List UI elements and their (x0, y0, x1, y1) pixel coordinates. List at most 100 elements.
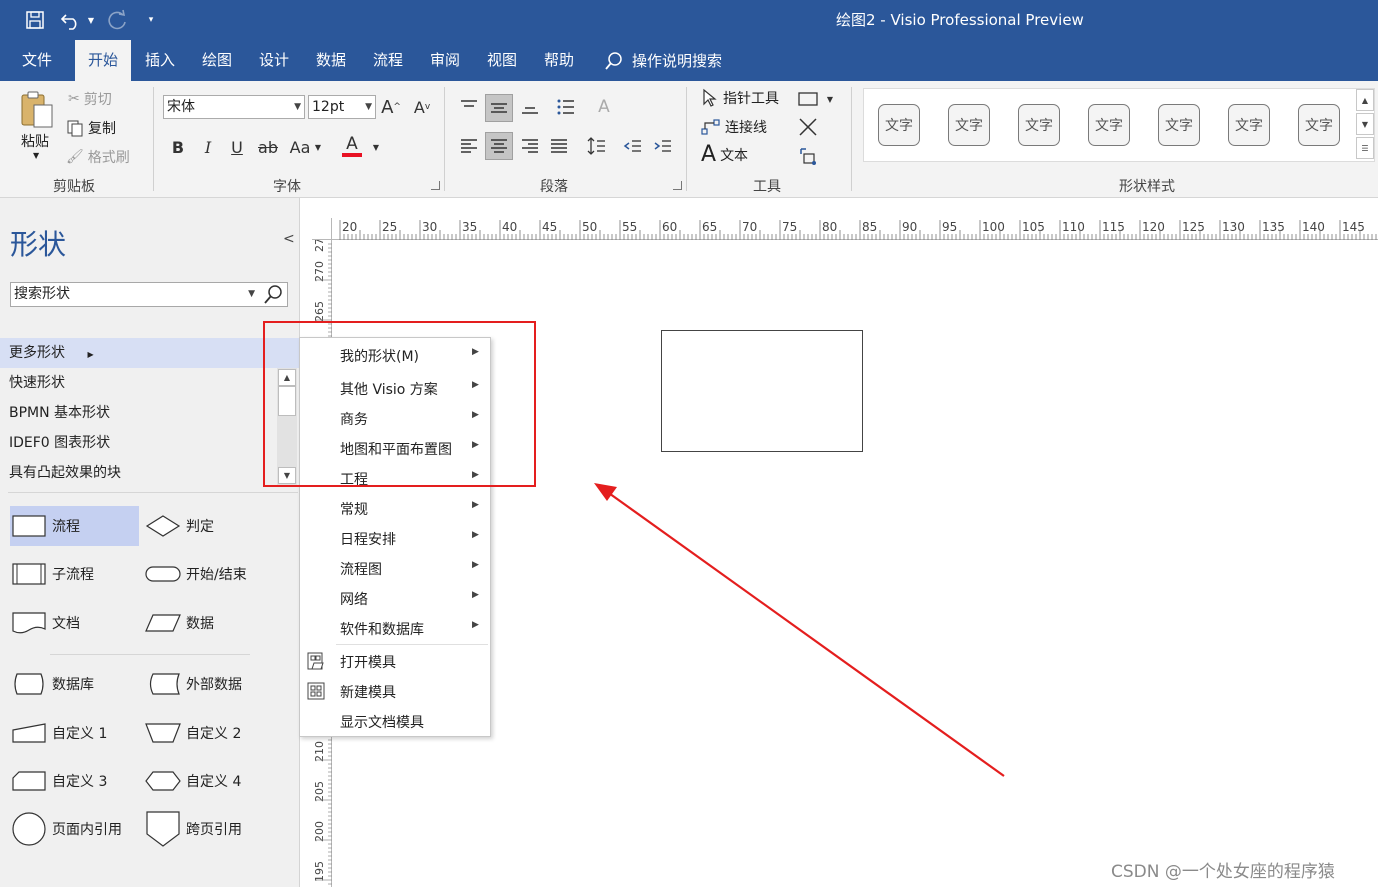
rotate-text-icon[interactable]: A (591, 94, 617, 120)
font-name-combo[interactable]: 宋体 ▼ (163, 95, 305, 119)
tab-draw[interactable]: 绘图 (191, 40, 243, 81)
shape-process[interactable]: 流程 (10, 506, 139, 546)
shape-custom-2[interactable]: 自定义 2 (144, 713, 294, 753)
scroll-up-icon[interactable]: ▲ (278, 369, 296, 386)
undo-icon[interactable] (58, 8, 84, 32)
justify-icon[interactable] (546, 133, 572, 159)
stencil-idef0[interactable]: IDEF0 图表形状 (0, 428, 300, 458)
italic-button[interactable]: I (198, 135, 218, 159)
text-tool-button[interactable]: A 文本 (701, 144, 748, 166)
shape-style-tile[interactable]: 文字 (1219, 95, 1279, 155)
strikethrough-button[interactable]: ab (256, 135, 280, 159)
align-right-icon[interactable] (517, 133, 543, 159)
stencil-bpmn-basic[interactable]: BPMN 基本形状 (0, 398, 300, 428)
font-color-button[interactable]: A (341, 133, 363, 159)
stencil-more-shapes[interactable]: 更多形状 ▶ (0, 338, 300, 368)
tab-process[interactable]: 流程 (362, 40, 414, 81)
menu-item-open-stencil[interactable]: 打开模具 (301, 646, 490, 676)
shape-style-tile[interactable]: 文字 (1149, 95, 1209, 155)
tab-file[interactable]: 文件 (11, 40, 63, 81)
shape-style-tile[interactable]: 文字 (1009, 95, 1069, 155)
menu-item-business[interactable]: 商务 ▶ (301, 403, 490, 433)
rectangle-icon[interactable] (796, 89, 820, 109)
menu-item-network[interactable]: 网络 ▶ (301, 583, 490, 613)
increase-indent-icon[interactable] (650, 133, 676, 159)
align-left-icon[interactable] (456, 133, 482, 159)
tab-insert[interactable]: 插入 (134, 40, 186, 81)
tab-help[interactable]: 帮助 (533, 40, 585, 81)
paste-dropdown-icon[interactable]: ▼ (33, 151, 39, 160)
shape-custom-1[interactable]: 自定义 1 (10, 713, 139, 753)
shape-style-tile[interactable]: 文字 (1079, 95, 1139, 155)
connector-button[interactable]: 连接线 (701, 117, 767, 137)
shrink-font-icon[interactable]: Av (411, 95, 433, 119)
font-dialog-launcher-icon[interactable] (431, 181, 440, 190)
chevron-down-icon[interactable]: ▼ (824, 89, 836, 109)
redo-icon[interactable] (104, 8, 130, 32)
pointer-tool-button[interactable]: 指针工具 (701, 88, 779, 108)
customize-quick-access-icon[interactable]: ▾ (144, 8, 158, 32)
copy-button[interactable]: 复制 (66, 118, 116, 138)
shape-style-tile[interactable]: 文字 (939, 95, 999, 155)
align-middle-icon[interactable] (485, 94, 513, 122)
chevron-down-icon[interactable]: ▼ (371, 135, 381, 159)
paste-icon[interactable] (15, 89, 57, 131)
menu-item-flowchart[interactable]: 流程图 ▶ (301, 553, 490, 583)
menu-item-maps-floor-plans[interactable]: 地图和平面布置图 ▶ (301, 433, 490, 463)
shape-off-page-reference[interactable]: 跨页引用 (144, 809, 294, 849)
scroll-thumb[interactable] (278, 386, 296, 416)
shape-custom-3[interactable]: 自定义 3 (10, 761, 139, 801)
menu-item-schedule[interactable]: 日程安排 ▶ (301, 523, 490, 553)
tab-design[interactable]: 设计 (248, 40, 300, 81)
tab-home[interactable]: 开始 (75, 40, 131, 81)
align-top-icon[interactable] (456, 94, 482, 120)
menu-item-other-visio-solutions[interactable]: 其他 Visio 方案 ▶ (301, 373, 490, 403)
search-icon[interactable] (261, 284, 285, 305)
line-tool-icon[interactable] (796, 116, 820, 138)
align-bottom-icon[interactable] (517, 94, 543, 120)
gallery-more-icon[interactable]: ☰ (1356, 137, 1374, 159)
line-spacing-icon[interactable] (584, 133, 610, 159)
tab-data[interactable]: 数据 (305, 40, 357, 81)
collapse-pane-icon[interactable]: < (283, 231, 295, 247)
align-center-icon[interactable] (485, 132, 513, 160)
shape-custom-4[interactable]: 自定义 4 (144, 761, 294, 801)
cut-button[interactable]: ✂ 剪切 (68, 89, 112, 109)
bold-button[interactable]: B (168, 135, 188, 159)
font-size-combo[interactable]: 12pt ▼ (308, 95, 376, 119)
menu-item-my-shapes[interactable]: 我的形状(M) ▶ (301, 340, 490, 370)
paste-button[interactable]: 粘贴 (21, 131, 49, 151)
connection-point-icon[interactable] (796, 145, 820, 167)
undo-dropdown-icon[interactable]: ▼ (86, 8, 96, 32)
shape-on-page-reference[interactable]: 页面内引用 (10, 809, 139, 849)
bullets-icon[interactable] (553, 94, 579, 120)
shape-external-data[interactable]: 外部数据 (144, 664, 294, 704)
menu-item-software-database[interactable]: 软件和数据库 ▶ (301, 613, 490, 643)
menu-item-general[interactable]: 常规 ▶ (301, 493, 490, 523)
chevron-down-icon[interactable]: ▼ (313, 135, 323, 159)
menu-item-show-document-stencil[interactable]: 显示文档模具 (301, 706, 490, 736)
grow-font-icon[interactable]: A ^ (380, 95, 402, 119)
shape-style-tile[interactable]: 文字 (1289, 95, 1349, 155)
save-icon[interactable] (22, 8, 48, 32)
shape-document[interactable]: 文档 (10, 603, 139, 643)
shape-terminator[interactable]: 开始/结束 (144, 554, 294, 594)
gallery-scroll-up-icon[interactable]: ▲ (1356, 89, 1374, 111)
gallery-scroll-down-icon[interactable]: ▼ (1356, 113, 1374, 135)
process-shape-on-canvas[interactable] (661, 330, 863, 452)
paragraph-dialog-launcher-icon[interactable] (673, 181, 682, 190)
tab-review[interactable]: 审阅 (419, 40, 471, 81)
change-case-button[interactable]: Aa (287, 135, 313, 159)
format-painter-button[interactable]: 🖌 格式刷 (66, 147, 130, 167)
shape-data[interactable]: 数据 (144, 603, 294, 643)
shape-style-tile[interactable]: 文字 (869, 95, 929, 155)
tell-me-search[interactable]: 操作说明搜索 (604, 40, 722, 81)
search-shapes-input[interactable]: 搜索形状 ▼ (10, 282, 288, 307)
menu-item-engineering[interactable]: 工程 ▶ (301, 463, 490, 493)
stencil-list-scrollbar[interactable]: ▲ ▼ (277, 368, 297, 486)
stencil-quick-shapes[interactable]: 快速形状 (0, 368, 300, 398)
tab-view[interactable]: 视图 (476, 40, 528, 81)
shape-database[interactable]: 数据库 (10, 664, 139, 704)
scroll-down-icon[interactable]: ▼ (278, 467, 296, 484)
menu-item-new-stencil[interactable]: 新建模具 (301, 676, 490, 706)
